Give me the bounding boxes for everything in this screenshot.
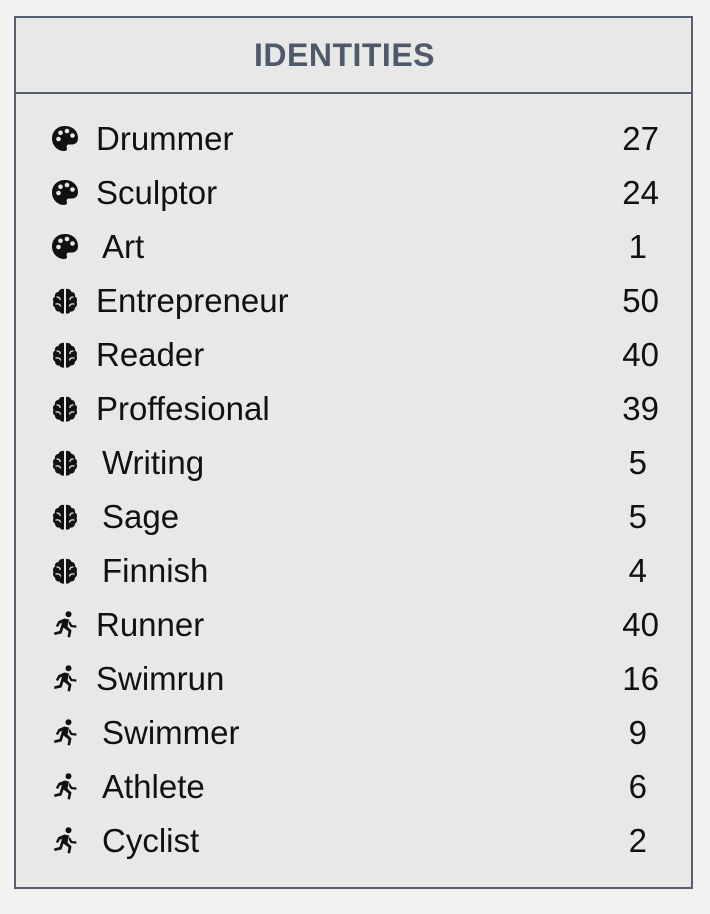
identity-label: Reader: [96, 336, 205, 373]
palette-icon: [50, 232, 80, 262]
identity-count: 50: [622, 282, 659, 319]
brain-icon: [50, 340, 80, 370]
identity-label: Writing: [102, 444, 205, 481]
brain-icon: [50, 394, 80, 424]
brain-icon: [50, 556, 80, 586]
list-item[interactable]: Athlete 6: [16, 762, 691, 816]
running-icon: [50, 664, 80, 694]
list-item[interactable]: Entrepreneur 50: [16, 276, 691, 330]
identity-label: Cyclist: [102, 822, 200, 859]
brain-icon: [50, 286, 80, 316]
running-icon: [50, 826, 80, 856]
list-item[interactable]: Runner 40: [16, 600, 691, 654]
identity-list: Drummer 27 Sculptor 24 Art 1 Entrepreneur 50…: [16, 114, 691, 870]
identity-label: Proffesional: [96, 390, 270, 427]
palette-icon: [50, 178, 80, 208]
identity-count: 40: [622, 606, 659, 643]
identity-count: 2: [628, 822, 647, 859]
identity-label: Athlete: [102, 768, 205, 805]
running-icon: [50, 772, 80, 802]
identity-label: Swimmer: [102, 714, 240, 751]
brain-icon: [50, 448, 80, 478]
identity-count: 6: [628, 768, 647, 805]
list-item[interactable]: Writing 5: [16, 438, 691, 492]
identity-label: Finnish: [102, 552, 209, 589]
identity-count: 1: [628, 228, 647, 265]
list-item[interactable]: Sculptor 24: [16, 168, 691, 222]
identity-count: 16: [622, 660, 659, 697]
list-item[interactable]: Swimrun 16: [16, 654, 691, 708]
identity-count: 40: [622, 336, 659, 373]
panel-title: IDENTITIES: [253, 36, 435, 73]
identity-label: Swimrun: [96, 660, 225, 697]
identity-label: Sculptor: [96, 174, 218, 211]
identity-label: Art: [102, 228, 145, 265]
identity-label: Drummer: [96, 120, 234, 157]
list-item[interactable]: Drummer 27: [16, 114, 691, 168]
identities-panel: IDENTITIES Drummer 27 Sculptor 24 Art 1 Ent…: [14, 16, 693, 889]
identity-count: 24: [622, 174, 659, 211]
running-icon: [50, 718, 80, 748]
palette-icon: [50, 124, 80, 154]
list-item[interactable]: Reader 40: [16, 330, 691, 384]
identity-count: 9: [628, 714, 647, 751]
identity-count: 5: [628, 498, 647, 535]
list-item[interactable]: Cyclist 2: [16, 816, 691, 870]
running-icon: [50, 610, 80, 640]
identity-label: Entrepreneur: [96, 282, 289, 319]
list-item[interactable]: Sage 5: [16, 492, 691, 546]
brain-icon: [50, 502, 80, 532]
identity-label: Runner: [96, 606, 205, 643]
list-item[interactable]: Swimmer 9: [16, 708, 691, 762]
panel-header: IDENTITIES: [16, 18, 691, 94]
identity-label: Sage: [102, 498, 180, 535]
identity-count: 27: [622, 120, 659, 157]
list-item[interactable]: Art 1: [16, 222, 691, 276]
identity-count: 4: [628, 552, 647, 589]
identity-count: 39: [622, 390, 659, 427]
identity-count: 5: [628, 444, 647, 481]
list-item[interactable]: Finnish 4: [16, 546, 691, 600]
list-item[interactable]: Proffesional 39: [16, 384, 691, 438]
